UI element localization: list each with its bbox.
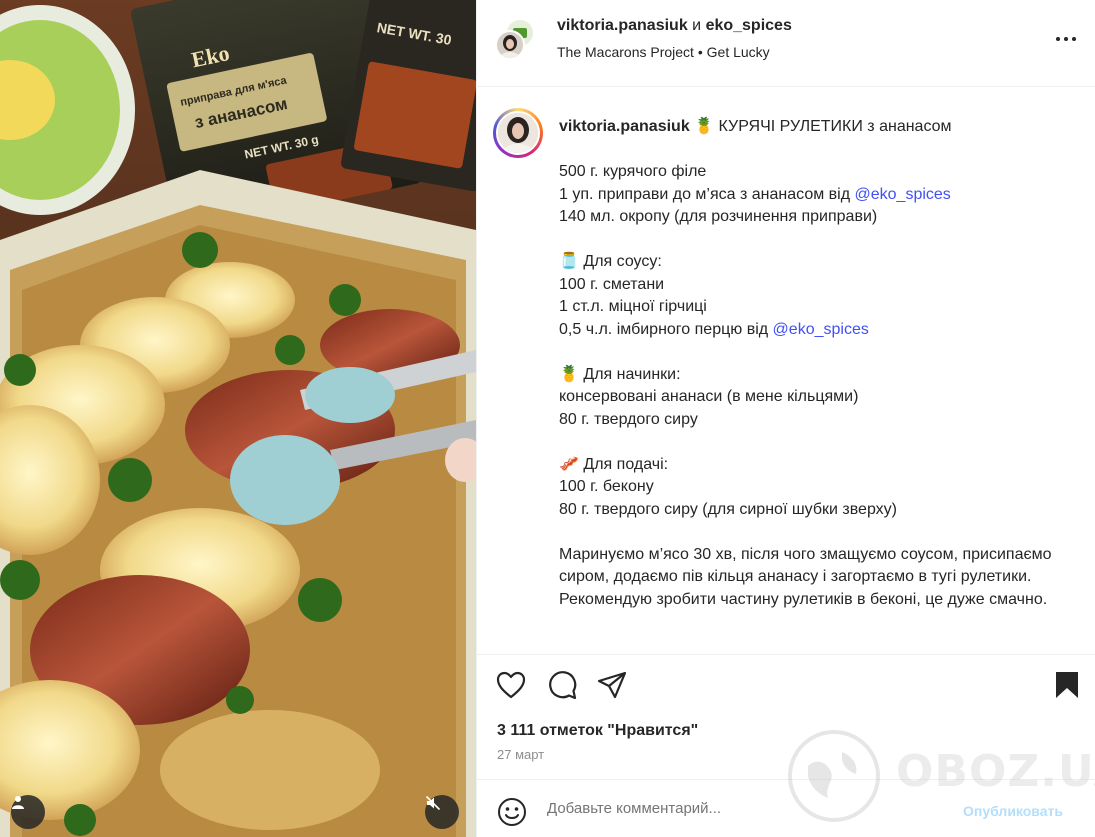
caption-line: 100 г. бекону bbox=[559, 478, 654, 495]
post-details-panel: viktoria.panasiuk и eko_spices The Macar… bbox=[476, 0, 1095, 837]
caption-title: КУРЯЧІ РУЛЕТИКИ з ананасом bbox=[718, 118, 952, 135]
emoji-picker-button[interactable] bbox=[497, 797, 527, 827]
header-user2[interactable]: eko_spices bbox=[706, 17, 792, 34]
header-user1[interactable]: viktoria.panasiuk bbox=[557, 17, 688, 34]
heart-icon bbox=[496, 671, 526, 699]
caption-avatar[interactable] bbox=[493, 108, 543, 158]
caption-line: 🥓 Для подачі: bbox=[559, 455, 669, 473]
tagged-users-button[interactable] bbox=[11, 795, 45, 829]
comment-button[interactable] bbox=[546, 669, 578, 701]
caption-line: 1 ст.л. міцної гірчиці bbox=[559, 298, 707, 315]
comment-bar: Опубликовать bbox=[477, 779, 1095, 837]
avatar-viktoria[interactable] bbox=[495, 30, 525, 60]
user-photo-icon bbox=[500, 35, 520, 58]
caption-line bbox=[559, 431, 1079, 454]
caption-line: 🫙 Для соусу: bbox=[559, 253, 662, 270]
header-conjunction: и bbox=[692, 17, 702, 34]
comment-icon bbox=[549, 671, 577, 700]
post-actions: 3 111 отметок "Нравится" 27 март Опублик… bbox=[477, 654, 1095, 826]
caption-username[interactable]: viktoria.panasiuk bbox=[559, 118, 690, 135]
pineapple-emoji: 🍍 bbox=[559, 365, 579, 383]
user-photo-icon bbox=[498, 113, 538, 153]
share-icon bbox=[597, 671, 627, 699]
audio-separator: • bbox=[697, 44, 703, 60]
audio-artist: The Macarons Project bbox=[557, 44, 694, 60]
audio-info[interactable]: The Macarons Project • Get Lucky bbox=[557, 44, 770, 60]
more-horizontal-icon bbox=[1056, 37, 1076, 41]
caption-line: 100 г. сметани bbox=[559, 275, 665, 293]
caption-title-emoji: 🍍 bbox=[694, 118, 715, 135]
mute-button[interactable] bbox=[425, 795, 459, 829]
post-media[interactable]: Eko приправа для м'яса з ананасом NET WT… bbox=[0, 0, 476, 837]
caption-line: 0,5 ч.л. імбирного перцю від @eko_spices bbox=[559, 320, 869, 338]
caption-line: Рекомендую зробити частину рулетиків в б… bbox=[559, 590, 1048, 608]
food-photo: Eko приправа для м'яса з ананасом NET WT… bbox=[0, 0, 476, 837]
comment-input[interactable] bbox=[547, 800, 947, 817]
more-options-button[interactable] bbox=[1055, 28, 1077, 50]
caption-line: 80 г. твердого сиру bbox=[559, 410, 698, 428]
post-header: viktoria.panasiuk и eko_spices The Macar… bbox=[477, 0, 1095, 87]
smiley-icon bbox=[498, 798, 526, 826]
caption-line: Маринуємо м’ясо 30 хв, після чого змащує… bbox=[559, 545, 1052, 586]
speaker-muted-icon bbox=[425, 795, 441, 811]
mention-link[interactable]: @eko_spices bbox=[855, 186, 951, 203]
caption-line: консервовані ананаси (в мене кільцями) bbox=[559, 388, 859, 405]
jar-emoji: 🫙 bbox=[559, 253, 579, 270]
share-button[interactable] bbox=[596, 669, 628, 701]
post-date[interactable]: 27 март bbox=[497, 747, 544, 762]
caption-line: 80 г. твердого сиру (для сирної шубки зв… bbox=[559, 500, 897, 518]
save-button[interactable] bbox=[1051, 669, 1083, 701]
caption-line: 500 г. курячого філе bbox=[559, 163, 707, 180]
caption-text: viktoria.panasiuk 🍍 КУРЯЧІ РУЛЕТИКИ з ан… bbox=[559, 116, 1079, 611]
like-button[interactable] bbox=[495, 669, 527, 701]
header-usernames: viktoria.panasiuk и eko_spices bbox=[557, 17, 792, 35]
collab-avatars[interactable] bbox=[495, 18, 535, 62]
caption-line: 1 уп. приправи до м’яса з ананасом від @… bbox=[559, 185, 951, 203]
post-caption: viktoria.panasiuk 🍍 КУРЯЧІ РУЛЕТИКИ з ан… bbox=[477, 88, 1095, 654]
bacon-emoji: 🥓 bbox=[559, 455, 579, 473]
audio-track: Get Lucky bbox=[706, 44, 770, 60]
likes-count[interactable]: 3 111 отметок "Нравится" bbox=[497, 722, 698, 740]
post-comment-button[interactable]: Опубликовать bbox=[963, 803, 1063, 819]
bookmark-icon bbox=[1056, 672, 1078, 698]
mention-link[interactable]: @eko_spices bbox=[773, 321, 869, 338]
caption-line: 🍍 Для начинки: bbox=[559, 365, 681, 383]
caption-line bbox=[559, 229, 1079, 252]
user-icon bbox=[12, 796, 24, 809]
caption-line bbox=[559, 341, 1079, 364]
caption-line: 140 мл. окропу (для розчинення приправи) bbox=[559, 208, 878, 225]
caption-line bbox=[559, 521, 1079, 544]
